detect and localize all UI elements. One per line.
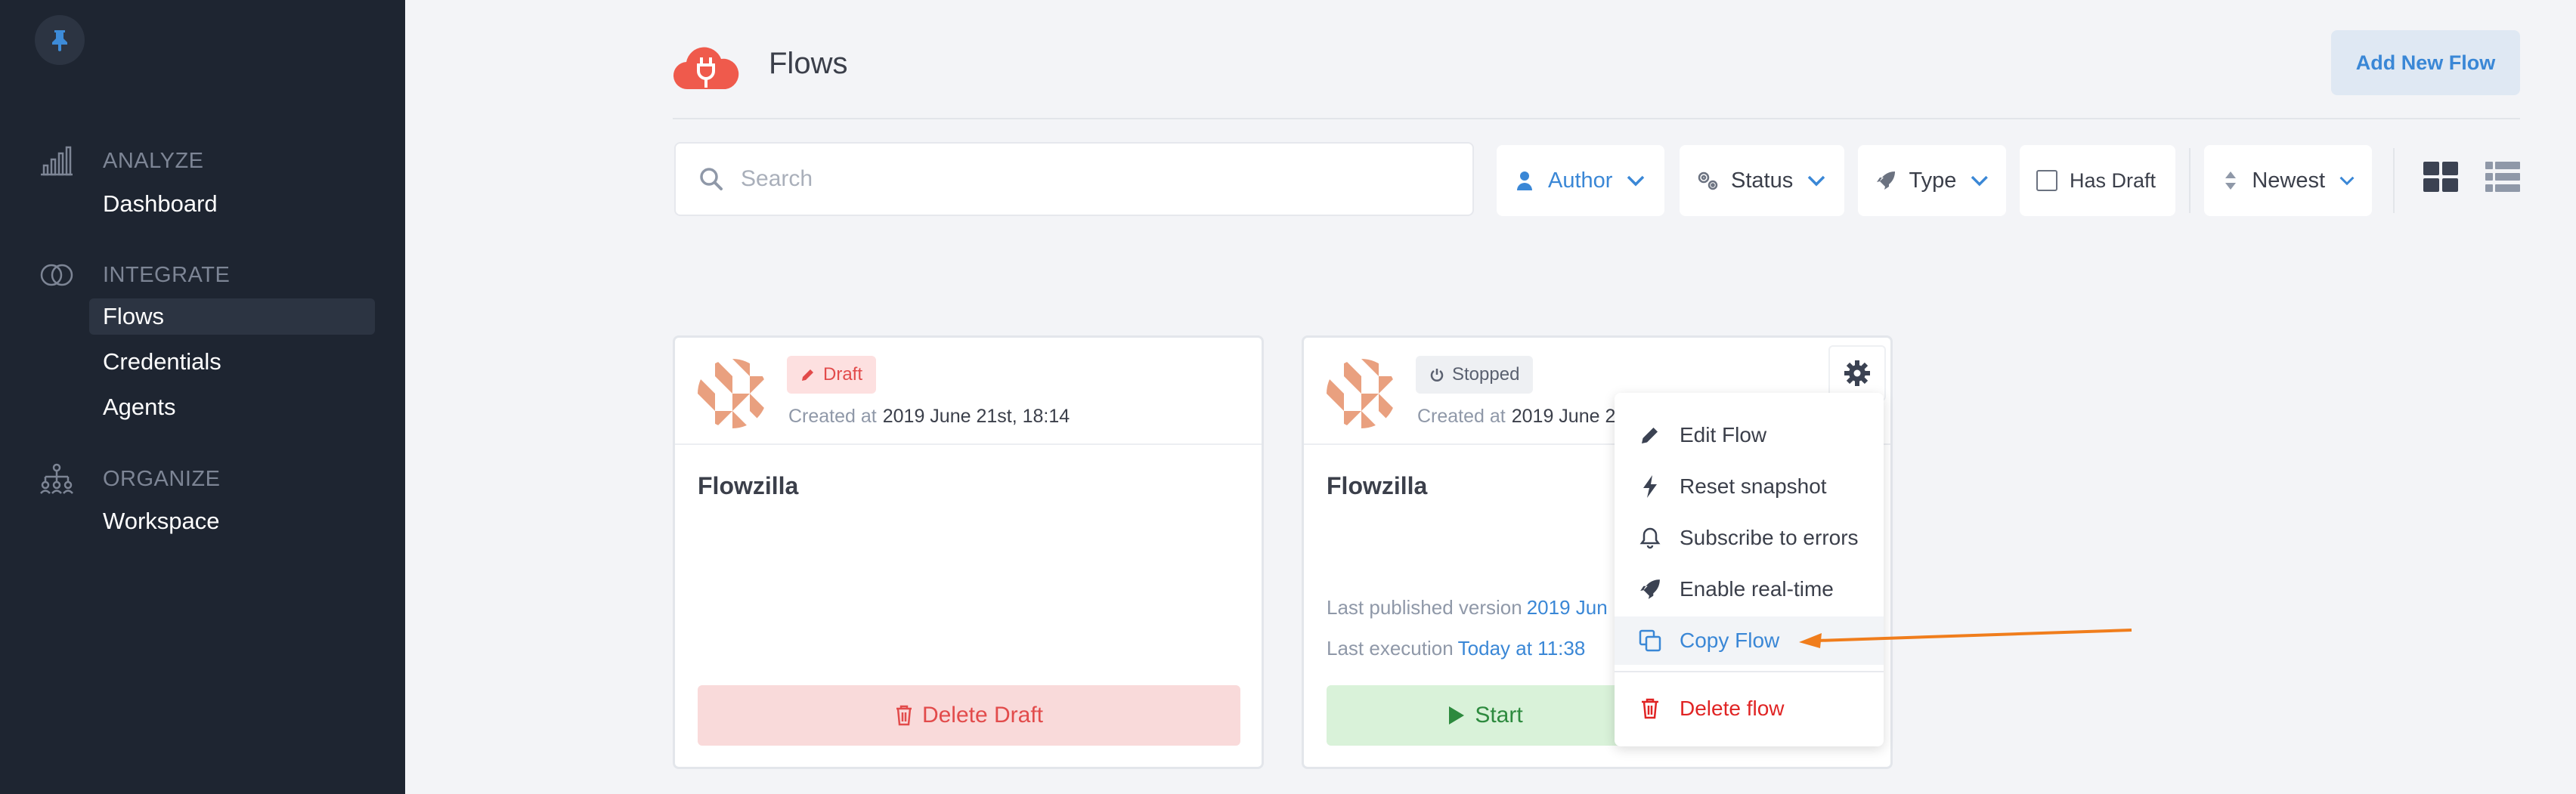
gear-icon — [1844, 360, 1870, 386]
header-divider — [673, 118, 2520, 119]
search-icon — [698, 166, 724, 192]
menu-item-label: Enable real-time — [1680, 577, 1834, 601]
last-published-value[interactable]: 2019 Jun — [1527, 596, 1608, 619]
menu-item-label: Reset snapshot — [1680, 474, 1827, 498]
flow-card[interactable]: Draft Created at 2019 June 21st, 18:14 Fl… — [673, 335, 1264, 769]
annotation-arrow-icon — [1799, 629, 2132, 648]
sidebar-section-label: INTEGRATE — [103, 262, 231, 287]
cloud-plug-icon — [673, 39, 739, 94]
sort-icon — [2221, 169, 2240, 192]
sidebar-section-analyze: ANALYZE — [38, 144, 203, 178]
has-draft-label: Has Draft — [2070, 168, 2156, 192]
menu-item-delete-flow[interactable]: Delete flow — [1615, 684, 1884, 733]
copy-icon — [1637, 628, 1663, 653]
menu-item-subscribe-errors[interactable]: Subscribe to errors — [1615, 514, 1884, 562]
gears-icon — [1696, 169, 1719, 192]
created-at-label: Created at — [788, 406, 877, 427]
status-badge: Stopped — [1416, 356, 1534, 394]
grid-view-icon[interactable] — [2423, 162, 2458, 192]
sidebar-item-agents[interactable]: Agents — [89, 389, 375, 425]
sidebar-section-label: ANALYZE — [103, 148, 204, 173]
status-filter[interactable]: Status — [1680, 145, 1844, 216]
menu-item-label: Edit Flow — [1680, 423, 1767, 446]
sidebar-item-credentials[interactable]: Credentials — [89, 344, 375, 380]
created-at-value: 2019 June 21st, 18:14 — [882, 406, 1070, 427]
sidebar-section-label: ORGANIZE — [103, 466, 221, 491]
chevron-down-icon — [1627, 175, 1645, 187]
start-label: Start — [1475, 703, 1523, 728]
chevron-down-icon — [2339, 176, 2355, 186]
menu-item-edit-flow[interactable]: Edit Flow — [1615, 411, 1884, 459]
chevron-down-icon — [1807, 175, 1825, 187]
created-at-label: Created at — [1417, 406, 1506, 427]
pin-logo-icon[interactable] — [35, 15, 85, 65]
sidebar: ANALYZE Dashboard INTEGRATE Flows Creden… — [0, 0, 405, 794]
status-badge-label: Draft — [823, 364, 863, 385]
sort-label: Newest — [2252, 168, 2326, 193]
last-execution-value[interactable]: Today at 11:38 — [1458, 637, 1586, 660]
integrate-rings-icon — [38, 258, 76, 292]
play-icon — [1449, 706, 1465, 724]
last-execution-label: Last execution — [1327, 637, 1454, 660]
status-filter-label: Status — [1731, 168, 1794, 193]
author-filter-label: Author — [1548, 168, 1613, 193]
status-badge-label: Stopped — [1452, 364, 1520, 385]
chevron-down-icon — [1971, 175, 1989, 187]
trash-icon — [1637, 696, 1663, 721]
menu-item-label: Subscribe to errors — [1680, 526, 1859, 549]
sort-dropdown[interactable]: Newest — [2204, 145, 2372, 216]
sidebar-section-integrate: INTEGRATE — [38, 258, 230, 292]
page-title: Flows — [769, 47, 848, 80]
org-chart-icon — [38, 462, 76, 496]
search-box[interactable] — [674, 142, 1474, 216]
pencil-icon — [1637, 422, 1663, 448]
menu-divider — [1615, 671, 1884, 672]
sidebar-section-organize: ORGANIZE — [38, 462, 220, 496]
menu-item-reset-snapshot[interactable]: Reset snapshot — [1615, 462, 1884, 511]
rocket-icon — [1637, 576, 1663, 602]
bar-chart-icon — [38, 144, 76, 178]
flow-actions-menu: Edit Flow Reset snapshot Subscribe to er… — [1615, 393, 1884, 746]
bell-icon — [1637, 525, 1663, 551]
type-filter[interactable]: Type — [1858, 145, 2006, 216]
status-badge: Draft — [787, 356, 877, 394]
menu-item-label: Delete flow — [1680, 697, 1785, 720]
has-draft-checkbox[interactable] — [2036, 170, 2057, 191]
filter-divider — [2189, 148, 2191, 213]
author-filter[interactable]: Author — [1497, 145, 1664, 216]
delete-draft-button[interactable]: Delete Draft — [698, 685, 1240, 746]
power-icon — [1430, 369, 1444, 382]
flow-title[interactable]: Flowzilla — [1327, 472, 1427, 500]
delete-draft-label: Delete Draft — [921, 703, 1044, 728]
user-icon — [1513, 169, 1536, 192]
last-execution: Last execution Today at 11:38 — [1327, 637, 1585, 660]
type-filter-label: Type — [1909, 168, 1957, 193]
pencil-icon — [802, 369, 813, 381]
created-at-value: 2019 June 21 — [1511, 406, 1627, 427]
menu-item-label: Copy Flow — [1680, 629, 1780, 652]
sidebar-item-workspace[interactable]: Workspace — [89, 503, 375, 539]
created-at: Created at 2019 June 21st, 18:14 — [788, 406, 1070, 428]
trash-icon — [896, 705, 912, 726]
avatar — [1327, 359, 1396, 428]
flow-card-header: Draft Created at 2019 June 21st, 18:14 — [675, 338, 1262, 445]
menu-item-enable-realtime[interactable]: Enable real-time — [1615, 565, 1884, 613]
created-at: Created at 2019 June 21 — [1417, 406, 1626, 428]
add-new-flow-button[interactable]: Add New Flow — [2331, 30, 2520, 95]
sidebar-item-flows[interactable]: Flows — [89, 298, 375, 335]
filter-divider — [2393, 148, 2395, 213]
sidebar-item-dashboard[interactable]: Dashboard — [89, 186, 375, 222]
list-view-icon[interactable] — [2485, 162, 2520, 192]
search-input[interactable] — [741, 166, 1421, 192]
avatar — [698, 359, 767, 428]
has-draft-filter[interactable]: Has Draft — [2020, 145, 2175, 216]
flow-title[interactable]: Flowzilla — [698, 472, 798, 500]
start-button[interactable]: Start — [1327, 685, 1644, 746]
bolt-icon — [1637, 474, 1663, 499]
last-published: Last published version 2019 Jun — [1327, 596, 1608, 619]
rocket-icon — [1875, 169, 1897, 192]
last-published-label: Last published version — [1327, 596, 1522, 619]
